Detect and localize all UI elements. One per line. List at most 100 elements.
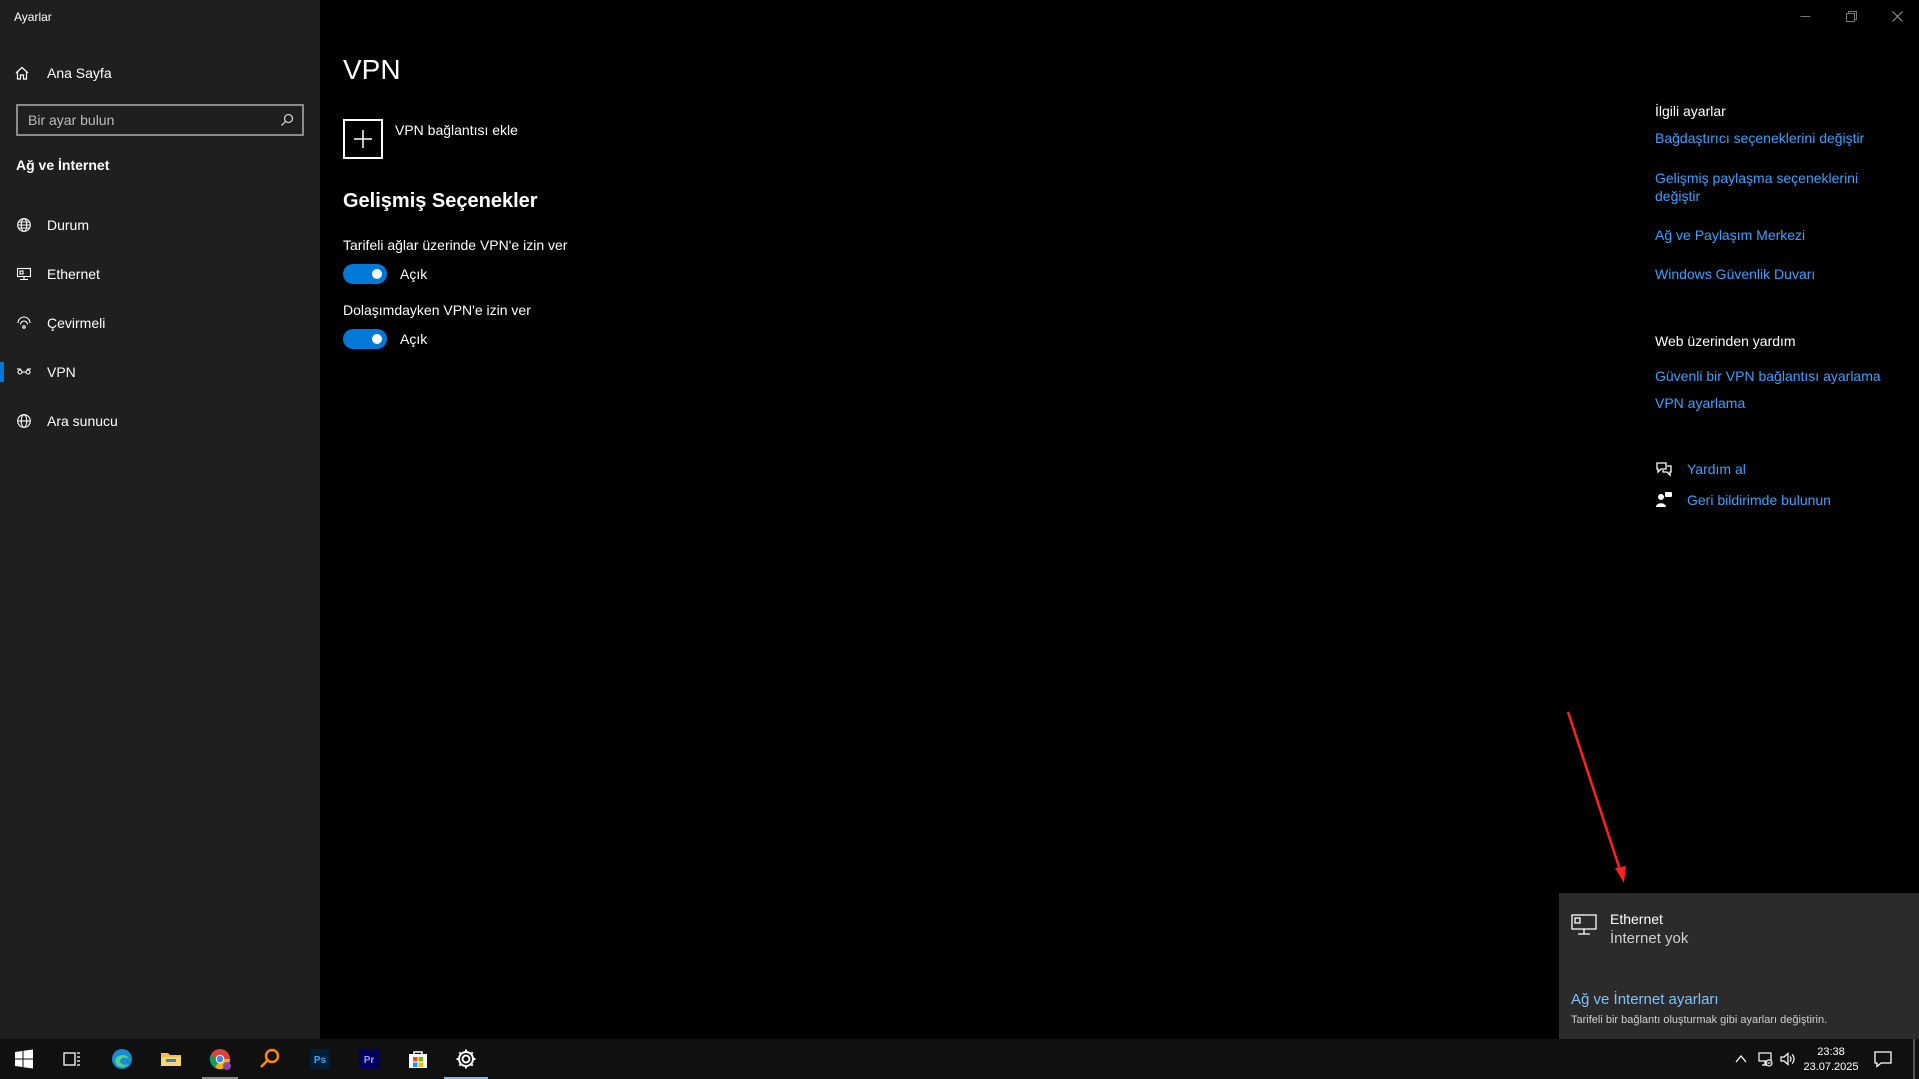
network-settings-description: Tarifeli bir bağlantı oluşturmak gibi ay… (1571, 1014, 1828, 1026)
network-tray-icon (1758, 1052, 1773, 1067)
secure-vpn-link[interactable]: Güvenli bir VPN bağlantısı ayarlama (1655, 367, 1885, 385)
add-vpn-label[interactable]: VPN bağlantısı ekle (395, 122, 518, 138)
minimize-button[interactable] (1782, 0, 1828, 32)
windows-firewall-link[interactable]: Windows Güvenlik Duvarı (1655, 265, 1885, 283)
proxy-globe-icon (17, 414, 31, 428)
sidebar-item-dialup[interactable]: Çevirmeli (0, 303, 320, 343)
search-icon[interactable] (280, 113, 294, 127)
feedback-icon (1656, 492, 1672, 507)
action-center-button[interactable] (1872, 1049, 1894, 1069)
show-desktop-button[interactable] (1913, 1039, 1915, 1079)
search-app-button[interactable] (246, 1039, 294, 1079)
page-title: VPN (343, 54, 401, 85)
premiere-button[interactable]: Pr (345, 1039, 393, 1079)
sidebar-item-label: Durum (47, 217, 90, 233)
store-icon (409, 1051, 427, 1068)
advanced-options-title: Gelişmiş Seçenekler (343, 190, 538, 212)
app-title: Ayarlar (14, 10, 52, 24)
start-button[interactable] (0, 1039, 48, 1079)
search-app-icon (260, 1048, 280, 1068)
edge-icon (112, 1049, 132, 1069)
tray-network-button[interactable] (1756, 1049, 1774, 1069)
sidebar-item-label: VPN (47, 364, 76, 380)
taskbar-clock[interactable]: 23:38 23.07.2025 (1800, 1045, 1862, 1075)
get-help-label[interactable]: Yardım al (1687, 461, 1746, 477)
sidebar-item-status[interactable]: Durum (0, 205, 320, 245)
feedback-label[interactable]: Geri bildirimde bulunun (1687, 492, 1831, 508)
taskbar: Ps Pr 23:38 23.07.2025 (0, 1039, 1919, 1079)
file-explorer-icon (161, 1053, 181, 1066)
roaming-vpn-label: Dolaşımdayken VPN'e izin ver (343, 302, 531, 318)
vpn-icon (17, 368, 31, 375)
metered-vpn-toggle[interactable] (343, 264, 387, 284)
tray-volume-button[interactable] (1778, 1049, 1796, 1069)
photoshop-icon: Ps (310, 1049, 330, 1069)
premiere-icon: Pr (359, 1049, 379, 1069)
add-vpn-button[interactable]: VPN bağlantısı ekle (343, 119, 518, 159)
sidebar-item-vpn[interactable]: VPN (0, 352, 320, 392)
volume-icon (1780, 1052, 1795, 1066)
chrome-icon (209, 1049, 231, 1070)
ethernet-network-item[interactable]: Ethernet İnternet yok (1571, 911, 1688, 947)
section-title: Ağ ve İnternet (16, 157, 110, 173)
restore-icon (1845, 10, 1857, 22)
restore-button[interactable] (1828, 0, 1874, 32)
network-monitor-icon (1571, 914, 1597, 935)
premiere-label: Pr (364, 1055, 375, 1066)
close-icon (1891, 10, 1903, 22)
metered-vpn-label: Tarifeli ağlar üzerinde VPN'e izin ver (343, 237, 568, 253)
annotation-arrow (1566, 711, 1626, 883)
chevron-up-icon (1735, 1054, 1747, 1063)
metered-vpn-state: Açık (400, 266, 428, 282)
sidebar: Ayarlar Ana Sayfa Ağ ve İnternet Durum (0, 0, 320, 1039)
sidebar-item-label: Çevirmeli (47, 315, 106, 331)
sidebar-item-proxy[interactable]: Ara sunucu (0, 401, 320, 441)
plus-icon (354, 130, 372, 148)
start-icon (15, 1049, 33, 1069)
sidebar-item-label: Ara sunucu (47, 413, 118, 429)
dialup-icon (17, 316, 31, 329)
network-name: Ethernet (1610, 911, 1663, 927)
advanced-sharing-link[interactable]: Gelişmiş paylaşma seçeneklerini değiştir (1655, 169, 1885, 205)
network-settings-link[interactable]: Ağ ve İnternet ayarları (1571, 991, 1719, 1008)
add-vpn-box[interactable] (343, 119, 383, 159)
network-sharing-center-link[interactable]: Ağ ve Paylaşım Merkezi (1655, 226, 1885, 244)
globe-status-icon (17, 218, 31, 232)
file-explorer-button[interactable] (147, 1039, 195, 1079)
photoshop-label: Ps (314, 1055, 327, 1066)
store-button[interactable] (394, 1039, 442, 1079)
chat-help-icon (1656, 462, 1672, 477)
search-box[interactable] (16, 104, 304, 136)
task-view-button[interactable] (48, 1039, 96, 1079)
sidebar-item-ethernet[interactable]: Ethernet (0, 254, 320, 294)
task-view-icon (63, 1052, 80, 1066)
feedback-link[interactable]: Geri bildirimde bulunun (1655, 491, 1831, 509)
settings-taskbar-button[interactable] (442, 1039, 490, 1079)
settings-icon (456, 1049, 476, 1069)
clock-date: 23.07.2025 (1803, 1061, 1859, 1073)
edge-button[interactable] (98, 1039, 146, 1079)
home-label: Ana Sayfa (47, 65, 112, 81)
settings-window: Ayarlar Ana Sayfa Ağ ve İnternet Durum (0, 0, 1919, 1039)
clock-time: 23:38 (1817, 1046, 1845, 1058)
web-help-heading: Web üzerinden yardım (1655, 333, 1796, 349)
tray-overflow-button[interactable] (1732, 1049, 1750, 1069)
roaming-vpn-toggle[interactable] (343, 329, 387, 349)
roaming-vpn-toggle-row[interactable]: Açık (343, 329, 427, 349)
minimize-icon (1800, 15, 1810, 17)
roaming-vpn-state: Açık (400, 331, 428, 347)
vpn-setup-link[interactable]: VPN ayarlama (1655, 394, 1885, 412)
chrome-button[interactable] (196, 1039, 244, 1079)
network-status: İnternet yok (1610, 930, 1689, 947)
photoshop-button[interactable]: Ps (296, 1039, 344, 1079)
get-help-link[interactable]: Yardım al (1655, 460, 1746, 478)
search-input[interactable] (28, 112, 280, 128)
network-flyout: Ethernet İnternet yok Ağ ve İnternet aya… (1559, 893, 1919, 1039)
home-link[interactable]: Ana Sayfa (14, 63, 112, 83)
sidebar-item-label: Ethernet (47, 266, 100, 282)
related-settings-heading: İlgili ayarlar (1655, 103, 1726, 119)
close-button[interactable] (1874, 0, 1919, 32)
ethernet-icon (16, 267, 32, 281)
adapter-options-link[interactable]: Bağdaştırıcı seçeneklerini değiştir (1655, 129, 1885, 147)
metered-vpn-toggle-row[interactable]: Açık (343, 264, 427, 284)
